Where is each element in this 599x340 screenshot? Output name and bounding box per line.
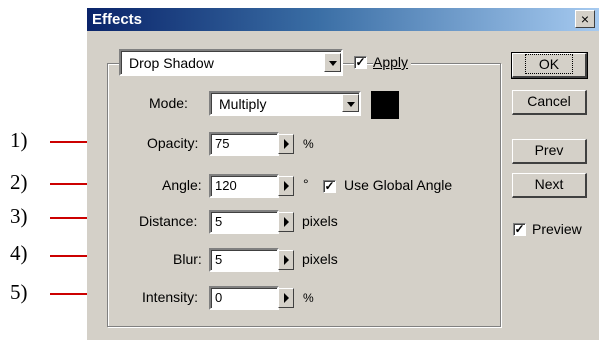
- blur-value: 5: [215, 252, 223, 267]
- distance-input[interactable]: 5: [209, 210, 279, 234]
- window-title: Effects: [92, 11, 143, 28]
- opacity-value: 75: [215, 136, 230, 151]
- mode-label: Mode:: [149, 95, 188, 111]
- mode-select[interactable]: Multiply: [209, 91, 361, 116]
- intensity-slider-arrow-icon[interactable]: [278, 288, 294, 308]
- close-icon: ×: [580, 11, 590, 27]
- angle-value: 120: [215, 178, 237, 193]
- ok-button[interactable]: OK: [511, 52, 588, 79]
- distance-value: 5: [215, 214, 223, 229]
- preview-label[interactable]: Preview: [532, 221, 582, 237]
- opacity-unit: %: [303, 137, 314, 151]
- cancel-label: Cancel: [527, 93, 571, 109]
- intensity-value: 0: [215, 290, 223, 305]
- title-bar[interactable]: Effects ×: [87, 8, 599, 31]
- next-label: Next: [534, 176, 564, 192]
- use-global-angle-checkbox[interactable]: ✓: [323, 180, 336, 193]
- chevron-down-icon[interactable]: [342, 94, 359, 112]
- intensity-unit: %: [303, 291, 314, 305]
- apply-checkbox[interactable]: ✓: [354, 56, 367, 69]
- blur-slider-arrow-icon[interactable]: [278, 250, 294, 270]
- angle-input[interactable]: 120: [209, 174, 279, 198]
- opacity-input[interactable]: 75: [209, 132, 279, 156]
- close-button[interactable]: ×: [575, 10, 595, 28]
- chevron-down-icon[interactable]: [324, 53, 341, 72]
- blur-label: Blur:: [173, 251, 202, 267]
- mode-value: Multiply: [219, 96, 267, 112]
- callout-label: 2): [10, 170, 28, 194]
- callout-label: 3): [10, 204, 28, 228]
- angle-unit: °: [303, 176, 309, 192]
- prev-label: Prev: [534, 142, 564, 158]
- cancel-button[interactable]: Cancel: [512, 90, 587, 115]
- distance-unit: pixels: [302, 213, 338, 229]
- ok-label: OK: [524, 54, 574, 74]
- callout-label: 5): [10, 280, 28, 304]
- prev-button[interactable]: Prev: [512, 139, 587, 164]
- callout-label: 4): [10, 241, 28, 265]
- opacity-label: Opacity:: [147, 135, 199, 151]
- blur-unit: pixels: [302, 251, 338, 267]
- distance-label: Distance:: [139, 213, 198, 229]
- intensity-label: Intensity:: [142, 289, 199, 305]
- opacity-slider-arrow-icon[interactable]: [278, 134, 294, 154]
- next-button[interactable]: Next: [512, 173, 587, 198]
- shadow-color-swatch[interactable]: [371, 91, 399, 119]
- effect-type-select[interactable]: Drop Shadow: [119, 49, 343, 76]
- apply-label[interactable]: Apply: [373, 54, 412, 70]
- use-global-angle-label[interactable]: Use Global Angle: [344, 177, 452, 193]
- apply-label-text: Apply: [373, 54, 409, 70]
- distance-slider-arrow-icon[interactable]: [278, 212, 294, 232]
- effect-type-value: Drop Shadow: [129, 55, 214, 71]
- angle-label: Angle:: [162, 177, 202, 193]
- blur-input[interactable]: 5: [209, 248, 279, 272]
- intensity-input[interactable]: 0: [209, 286, 279, 310]
- preview-checkbox[interactable]: ✓: [513, 223, 526, 236]
- effects-dialog: Effects × Drop Shadow ✓ Apply Mode: Mult…: [87, 8, 599, 340]
- callout-label: 1): [10, 128, 28, 152]
- angle-slider-arrow-icon[interactable]: [278, 176, 294, 196]
